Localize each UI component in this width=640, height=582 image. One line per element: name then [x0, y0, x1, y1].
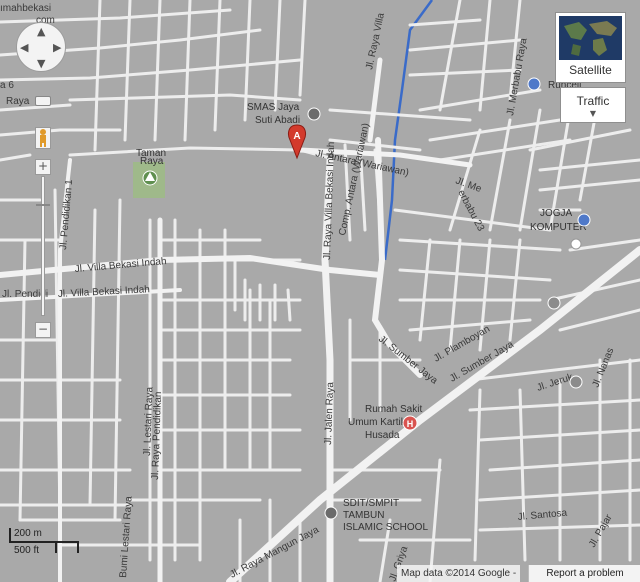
poi-rs-line3: Husada [365, 430, 400, 441]
label-jl-jalen-raya: Jl. Jalen Raya [323, 382, 336, 446]
place-icon [569, 375, 583, 389]
street-view-pegman-icon[interactable] [35, 127, 51, 149]
report-problem-link[interactable]: Report a problem [528, 565, 640, 582]
zoom-out-button[interactable]: − [35, 322, 51, 338]
poi-sdit-line1: SDIT/SMPIT [343, 498, 399, 509]
poi-sdit-line2: TAMBUN [343, 510, 384, 521]
chevron-down-icon: ▼ [589, 109, 597, 118]
scale-bar: 200 m 500 ft [9, 528, 81, 558]
scale-imperial: 500 ft [14, 545, 40, 556]
satellite-label: Satellite [569, 63, 612, 77]
traffic-button[interactable]: Traffic ▼ [560, 87, 626, 123]
scale-tick [55, 541, 57, 553]
hospital-glyph: H [407, 419, 414, 429]
poi-smas-line1: SMAS Jaya [247, 102, 300, 113]
place-icon [547, 296, 561, 310]
pan-left-icon[interactable]: ◀ [20, 41, 28, 54]
poi-smas-line2: Suti Abadi [255, 115, 300, 126]
school-icon [307, 107, 321, 121]
pan-right-icon[interactable]: ▶ [53, 41, 61, 54]
zoom-slider-handle[interactable] [36, 204, 50, 206]
scale-tick [77, 541, 79, 553]
zoom-slider-track[interactable] [41, 176, 45, 316]
marker-letter: A [293, 131, 300, 142]
pan-control[interactable]: ▲ ▼ ◀ ▶ [16, 22, 66, 72]
pan-down-icon[interactable]: ▼ [37, 57, 45, 70]
scale-metric: 200 m [14, 528, 42, 539]
label-raya6-fragment: a 6 [0, 80, 14, 91]
satellite-button[interactable]: Satellite [555, 12, 626, 83]
label-top-left-fragment: ımahbekasi [0, 3, 51, 14]
zoom-position-handle[interactable] [35, 96, 51, 106]
map-canvas[interactable]: ımahbekasi com Raya a 6 Jl. Raya Villa J… [0, 0, 640, 582]
scale-line [9, 541, 79, 543]
poi-jogja-line2: KOMPUTER [530, 222, 587, 233]
junction-marker [570, 238, 582, 250]
label-raya-fragment: Raya [6, 96, 30, 107]
poi-sdit-line3: ISLAMIC SCHOOL [343, 522, 428, 533]
poi-jogja-line1: JOGJA [540, 208, 573, 219]
pan-up-icon[interactable]: ▲ [37, 25, 45, 38]
poi-rs-line2: Umum Kartika [348, 417, 412, 428]
shop-icon [577, 213, 591, 227]
poi-taman-line2: Raya [140, 156, 164, 167]
map-data-attribution: Map data ©2014 Google - [397, 565, 521, 582]
zoom-in-button[interactable]: + [35, 159, 51, 175]
traffic-label: Traffic [576, 94, 610, 108]
school-icon [324, 506, 338, 520]
shop-icon [527, 77, 541, 91]
poi-rs-line1: Rumah Sakit [365, 404, 422, 415]
satellite-thumbnail [559, 16, 622, 60]
